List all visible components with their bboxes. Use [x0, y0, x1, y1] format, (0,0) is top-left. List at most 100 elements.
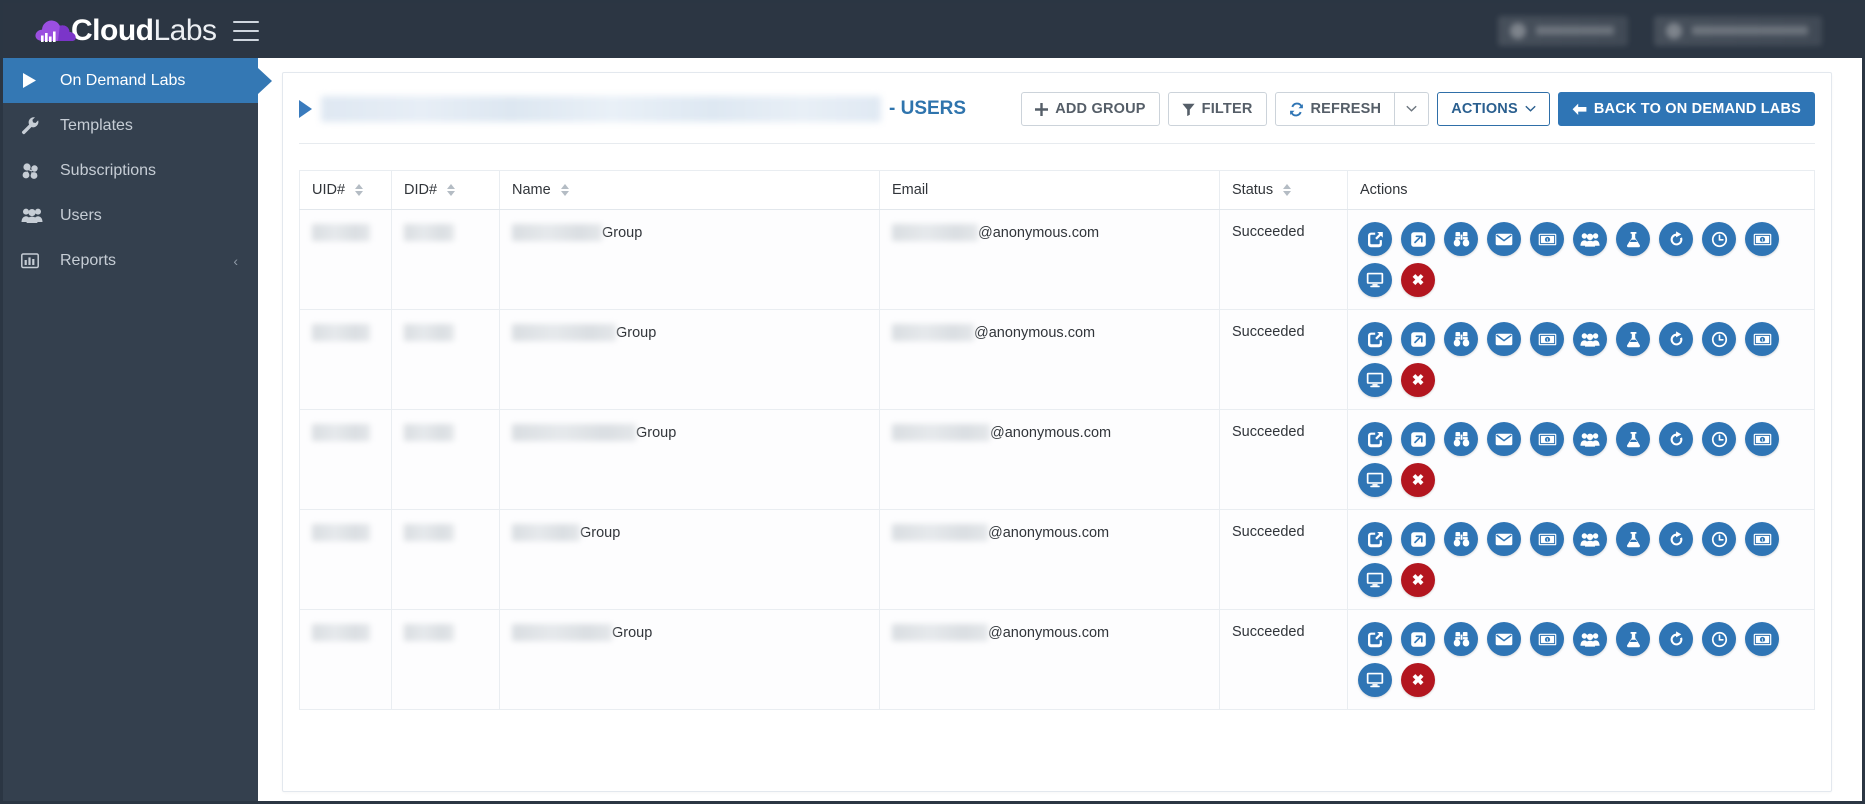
view-cost-button[interactable]: 1 [1530, 522, 1564, 556]
manage-users-button[interactable] [1573, 622, 1607, 656]
cell-uid [299, 409, 392, 510]
view-details-button[interactable] [1444, 422, 1478, 456]
billing-button[interactable]: 1 [1745, 222, 1779, 256]
lab-environment-button[interactable] [1616, 322, 1650, 356]
user-account-redacted[interactable] [1498, 15, 1628, 46]
remote-desktop-button[interactable] [1358, 463, 1392, 497]
cell-name: Group [499, 209, 880, 310]
manage-users-button[interactable] [1573, 422, 1607, 456]
add-group-button[interactable]: ADD GROUP [1021, 92, 1160, 126]
sort-toggle-icon[interactable] [447, 184, 456, 197]
delete-button[interactable]: ✖ [1401, 363, 1435, 397]
billing-button[interactable]: 1 [1745, 322, 1779, 356]
refresh-dropdown-toggle[interactable] [1395, 92, 1430, 126]
sidebar-item-users[interactable]: Users [3, 193, 258, 238]
launch-button[interactable] [1401, 522, 1435, 556]
send-email-button[interactable] [1487, 522, 1521, 556]
retry-button[interactable] [1659, 522, 1693, 556]
actions-dropdown-button[interactable]: ACTIONS [1437, 92, 1550, 126]
open-lab-button[interactable] [1358, 422, 1392, 456]
sort-toggle-icon[interactable] [355, 184, 364, 197]
extend-duration-button[interactable] [1702, 622, 1736, 656]
view-details-button[interactable] [1444, 622, 1478, 656]
chevron-down-icon [1406, 105, 1417, 113]
delete-button[interactable]: ✖ [1401, 463, 1435, 497]
billing-button[interactable]: 1 [1745, 522, 1779, 556]
external-link-square-icon [1367, 331, 1384, 348]
column-header-status[interactable]: Status [1219, 170, 1348, 210]
lab-environment-button[interactable] [1616, 222, 1650, 256]
send-email-button[interactable] [1487, 622, 1521, 656]
hamburger-menu-icon[interactable] [232, 20, 259, 41]
open-lab-button[interactable] [1358, 322, 1392, 356]
column-header-uid[interactable]: UID# [299, 170, 392, 210]
header-right-group [1498, 15, 1862, 46]
sidebar-item-on-demand-labs[interactable]: On Demand Labs [3, 58, 258, 103]
view-cost-button[interactable]: 1 [1530, 222, 1564, 256]
lab-environment-button[interactable] [1616, 622, 1650, 656]
remote-desktop-button[interactable] [1358, 363, 1392, 397]
secondary-account-redacted[interactable] [1654, 15, 1822, 46]
sort-toggle-icon[interactable] [1283, 184, 1292, 197]
column-header-did[interactable]: DID# [391, 170, 500, 210]
delete-button[interactable]: ✖ [1401, 663, 1435, 697]
table-row: Group @anonymous.com Succeeded 1 1 ✖ [299, 609, 1815, 710]
flask-icon [1626, 231, 1641, 248]
sidebar-item-templates[interactable]: Templates [3, 103, 258, 148]
retry-button[interactable] [1659, 622, 1693, 656]
view-details-button[interactable] [1444, 222, 1478, 256]
manage-users-button[interactable] [1573, 522, 1607, 556]
retry-button[interactable] [1659, 222, 1693, 256]
sort-toggle-icon[interactable] [560, 184, 569, 197]
remote-desktop-button[interactable] [1358, 263, 1392, 297]
users-group-icon [1580, 332, 1600, 347]
arrow-up-right-square-icon [1410, 231, 1427, 248]
billing-button[interactable]: 1 [1745, 622, 1779, 656]
remote-desktop-button[interactable] [1358, 663, 1392, 697]
extend-duration-button[interactable] [1702, 222, 1736, 256]
play-triangle-icon[interactable] [299, 100, 312, 118]
refresh-button[interactable]: REFRESH [1274, 92, 1396, 126]
view-cost-button[interactable]: 1 [1530, 622, 1564, 656]
cell-status: Succeeded [1219, 609, 1348, 710]
sidebar-item-reports[interactable]: Reports ‹ [3, 238, 258, 283]
secondary-account-label-redacted [1692, 26, 1808, 35]
open-lab-button[interactable] [1358, 222, 1392, 256]
open-lab-button[interactable] [1358, 622, 1392, 656]
extend-duration-button[interactable] [1702, 322, 1736, 356]
cell-did [391, 509, 500, 610]
sidebar-item-subscriptions[interactable]: Subscriptions [3, 148, 258, 193]
delete-button[interactable]: ✖ [1401, 263, 1435, 297]
desktop-monitor-icon [1366, 272, 1384, 288]
brand-logo-area[interactable]: CloudLabs [3, 3, 259, 58]
send-email-button[interactable] [1487, 222, 1521, 256]
back-to-on-demand-labs-button[interactable]: BACK TO ON DEMAND LABS [1557, 92, 1815, 126]
retry-button[interactable] [1659, 322, 1693, 356]
chevron-left-icon[interactable]: ‹ [233, 254, 238, 268]
delete-button[interactable]: ✖ [1401, 563, 1435, 597]
manage-users-button[interactable] [1573, 222, 1607, 256]
remote-desktop-button[interactable] [1358, 563, 1392, 597]
launch-button[interactable] [1401, 422, 1435, 456]
lab-environment-button[interactable] [1616, 522, 1650, 556]
open-lab-button[interactable] [1358, 522, 1392, 556]
view-cost-button[interactable]: 1 [1530, 322, 1564, 356]
extend-duration-button[interactable] [1702, 422, 1736, 456]
launch-button[interactable] [1401, 222, 1435, 256]
retry-button[interactable] [1659, 422, 1693, 456]
filter-button[interactable]: FILTER [1167, 92, 1267, 126]
name-value-redacted [512, 224, 602, 241]
name-suffix: Group [580, 524, 621, 541]
launch-button[interactable] [1401, 622, 1435, 656]
manage-users-button[interactable] [1573, 322, 1607, 356]
extend-duration-button[interactable] [1702, 522, 1736, 556]
send-email-button[interactable] [1487, 322, 1521, 356]
view-cost-button[interactable]: 1 [1530, 422, 1564, 456]
view-details-button[interactable] [1444, 322, 1478, 356]
view-details-button[interactable] [1444, 522, 1478, 556]
billing-button[interactable]: 1 [1745, 422, 1779, 456]
column-header-name[interactable]: Name [499, 170, 880, 210]
lab-environment-button[interactable] [1616, 422, 1650, 456]
launch-button[interactable] [1401, 322, 1435, 356]
send-email-button[interactable] [1487, 422, 1521, 456]
